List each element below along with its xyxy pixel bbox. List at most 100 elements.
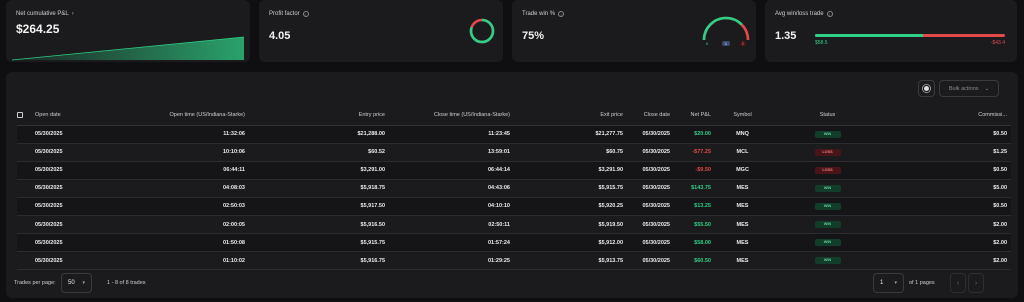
status-badge: WIN (814, 257, 841, 265)
cell-entry-price: $21,288.00 (245, 125, 385, 144)
page-value: 1 (880, 280, 884, 286)
cell-exit-price: $5,920.25 (510, 197, 623, 216)
cell-open-date: 05/30/2025 (35, 251, 100, 271)
chevron-down-icon: ▾ (894, 280, 897, 286)
profit-factor-card: Profit factor i 4.05 (259, 0, 503, 62)
net-pnl-card[interactable]: Net cumulative P&L › $264.25 (6, 0, 250, 62)
cell-symbol: MCL (711, 143, 774, 162)
cell-open-time: 04:08:03 (100, 179, 245, 198)
trade-win-title: Trade win % (522, 11, 556, 17)
table-row[interactable]: 05/30/2025 01:10:02 $5,916.75 01:29:25 $5,91… (17, 251, 1011, 271)
cell-net-pnl: $58.00 (670, 233, 711, 253)
table-row[interactable]: 05/30/2025 06:44:11 $3,291.00 06:44:14 $3,29… (17, 161, 1011, 180)
col-close-time[interactable]: Close time (US/Indiana-Starke) (385, 106, 510, 126)
row-checkbox[interactable] (17, 197, 35, 216)
settings-icon (924, 86, 929, 91)
avg-loss-amount: -$43.4 (990, 40, 1005, 46)
cell-close-date: 05/30/2025 (623, 143, 670, 162)
table-row[interactable]: 05/30/2025 04:08:03 $5,918.75 04:43:06 $5,91… (17, 179, 1011, 198)
col-close-date[interactable]: Close date (623, 106, 670, 126)
col-symbol[interactable]: Symbol (711, 106, 774, 126)
next-page-button[interactable]: › (968, 273, 984, 293)
trades-per-page-select[interactable]: 50 ▾ (61, 273, 92, 293)
chevron-left-icon: ‹ (956, 279, 960, 287)
table-row[interactable]: 05/30/2025 02:00:05 $5,916.50 02:50:11 $5,91… (17, 215, 1011, 235)
cell-open-time: 01:50:08 (100, 233, 245, 253)
cell-close-date: 05/30/2025 (623, 233, 670, 253)
trade-win-value: 75% (522, 30, 545, 42)
cell-exit-price: $21,277.75 (510, 125, 623, 144)
row-checkbox[interactable] (17, 161, 35, 180)
row-checkbox[interactable] (17, 125, 35, 144)
cell-close-time: 04:43:06 (385, 179, 510, 198)
status-badge: WIN (814, 221, 841, 229)
cell-open-time: 02:00:05 (100, 215, 245, 235)
cell-close-time: 01:57:24 (385, 233, 510, 253)
table-row[interactable]: 05/30/2025 10:10:06 $60.52 13:59:01 $60.75 05… (17, 143, 1011, 162)
avg-win-bar-fill (815, 34, 924, 37)
chevron-down-icon: ⌄ (984, 85, 990, 92)
cell-entry-price: $5,916.50 (245, 215, 385, 235)
cell-commission: $0.50 (881, 161, 1011, 180)
row-checkbox[interactable] (17, 179, 35, 198)
col-exit-price[interactable]: Exit price (510, 106, 623, 126)
status-badge: WIN (814, 130, 841, 138)
table-row[interactable]: 05/30/2025 02:50:03 $5,917.50 04:10:10 $5,92… (17, 197, 1011, 216)
col-commission[interactable]: Commissi... (881, 106, 1011, 126)
col-entry-price[interactable]: Entry price (245, 106, 385, 126)
cell-entry-price: $60.52 (245, 143, 385, 162)
prev-page-button[interactable]: ‹ (950, 273, 966, 293)
col-net-pnl[interactable]: Net P&L (670, 106, 711, 126)
row-checkbox[interactable] (17, 215, 35, 235)
table-row[interactable]: 05/30/2025 01:50:08 $5,915.75 01:57:24 $5,91… (17, 233, 1011, 253)
info-icon[interactable]: i (826, 11, 833, 17)
cell-commission: $2.00 (881, 233, 1011, 253)
cell-close-date: 05/30/2025 (623, 161, 670, 180)
status-badge: WIN (814, 202, 841, 210)
row-checkbox[interactable] (17, 233, 35, 253)
cell-exit-price: $5,915.75 (510, 179, 623, 198)
col-open-time[interactable]: Open time (US/Indiana-Starke) (100, 106, 245, 126)
info-icon[interactable]: i (558, 11, 565, 17)
avg-win-loss-title: Avg win/loss trade (775, 11, 824, 17)
table-row[interactable]: 05/30/2025 11:32:06 $21,288.00 11:23:45 $21,… (17, 125, 1011, 144)
trades-table: Open date Open time (US/Indiana-Starke) … (17, 106, 1011, 271)
cell-open-date: 05/30/2025 (35, 197, 100, 216)
bulk-actions-button[interactable]: Bulk actions ⌄ (939, 80, 999, 97)
cell-close-time: 01:29:25 (385, 251, 510, 271)
status-badge: WIN (814, 184, 841, 192)
row-checkbox[interactable] (17, 251, 35, 271)
settings-button[interactable] (918, 80, 935, 97)
cell-open-time: 02:50:03 (100, 197, 245, 216)
cell-commission: $5.00 (881, 179, 1011, 198)
page-select[interactable]: 1 ▾ (873, 273, 904, 293)
col-status[interactable]: Status (774, 106, 881, 126)
cell-close-time: 11:23:45 (385, 125, 510, 144)
cell-open-date: 05/30/2025 (35, 215, 100, 235)
col-open-date[interactable]: Open date (35, 106, 100, 126)
cell-close-time: 02:50:11 (385, 215, 510, 235)
cell-net-pnl: -$77.25 (670, 143, 711, 162)
cell-open-time: 06:44:11 (100, 161, 245, 180)
cell-symbol: MES (711, 233, 774, 253)
cell-symbol: MES (711, 215, 774, 235)
cell-close-date: 05/30/2025 (623, 215, 670, 235)
info-icon[interactable]: i (302, 11, 309, 17)
select-all-checkbox[interactable] (17, 106, 35, 126)
cell-close-time: 13:59:01 (385, 143, 510, 162)
cell-close-date: 05/30/2025 (623, 179, 670, 198)
status-cell: WIN (774, 215, 881, 235)
cell-entry-price: $5,917.50 (245, 197, 385, 216)
avg-win-loss-value: 1.35 (775, 30, 797, 42)
cell-entry-price: $5,915.75 (245, 233, 385, 253)
cell-entry-price: $5,918.75 (245, 179, 385, 198)
status-cell: WIN (774, 251, 881, 271)
cell-open-date: 05/30/2025 (35, 161, 100, 180)
cell-commission: $1.25 (881, 143, 1011, 162)
status-cell: LOSS (774, 161, 881, 180)
cell-close-time: 06:44:14 (385, 161, 510, 180)
cell-net-pnl: $13.25 (670, 197, 711, 216)
row-checkbox[interactable] (17, 143, 35, 162)
cell-commission: $0.50 (881, 197, 1011, 216)
cell-open-date: 05/30/2025 (35, 125, 100, 144)
